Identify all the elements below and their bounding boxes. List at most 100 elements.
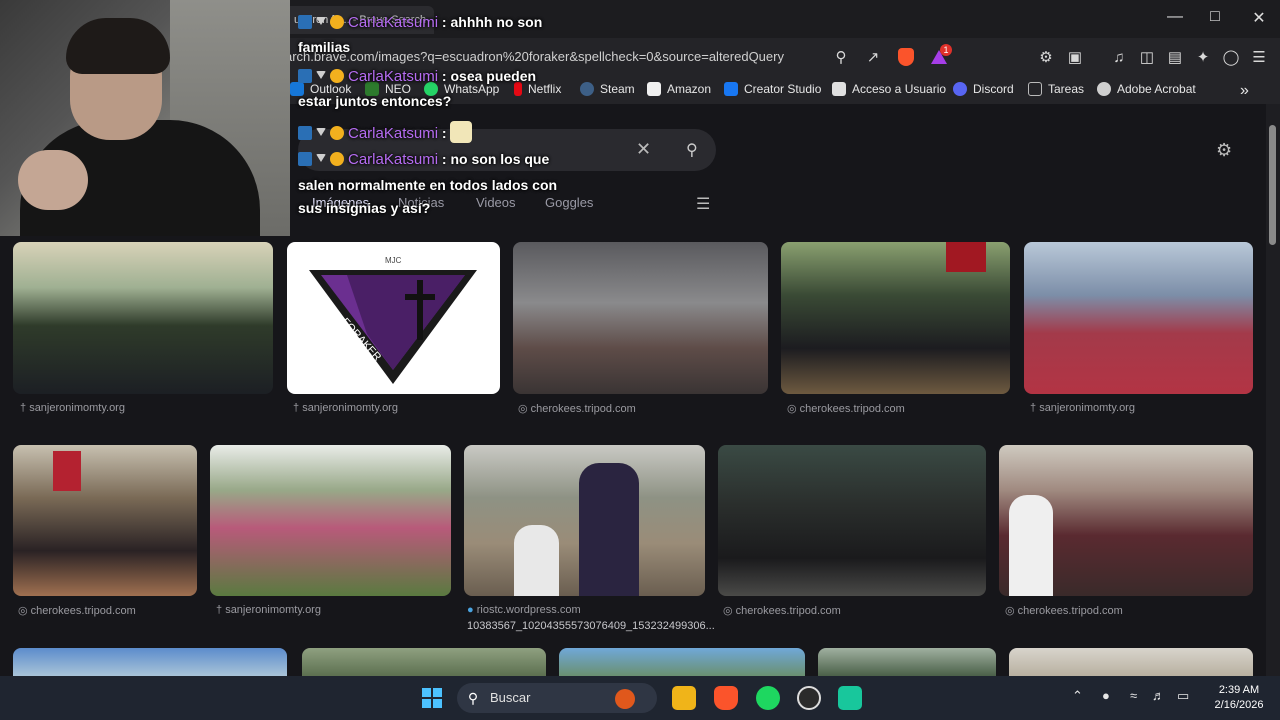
maximize-button[interactable]: □ bbox=[1200, 8, 1230, 26]
reader-mode-icon[interactable]: ▣ bbox=[1064, 46, 1086, 68]
bookmark-creator-studio[interactable]: Creator Studio bbox=[724, 82, 821, 96]
obs-icon[interactable] bbox=[797, 686, 821, 710]
settings-gear-icon[interactable]: ⚙ bbox=[1216, 140, 1232, 161]
chat-message-continued: estar juntos entonces? bbox=[298, 93, 452, 109]
spotify-icon[interactable] bbox=[756, 686, 780, 710]
image-result-2[interactable]: MJC FORAKER bbox=[287, 242, 500, 394]
image-result-4[interactable] bbox=[781, 242, 1010, 394]
battery-icon[interactable]: ▭ bbox=[1177, 688, 1189, 704]
image-result-5[interactable] bbox=[1024, 242, 1253, 394]
rewards-badge: 1 bbox=[940, 44, 952, 56]
moderator-badge-icon bbox=[298, 69, 312, 83]
image-source[interactable]: ◎ cherokees.tripod.com bbox=[723, 604, 841, 617]
bookmark-label: Adobe Acrobat bbox=[1117, 82, 1196, 96]
chevron-down-icon bbox=[316, 154, 326, 164]
chat-message-continued: familias bbox=[298, 39, 351, 55]
image-result-14[interactable] bbox=[818, 648, 996, 676]
close-window-button[interactable]: ✕ bbox=[1244, 8, 1274, 28]
steam-icon bbox=[580, 82, 594, 96]
tab-goggles[interactable]: Goggles bbox=[545, 195, 593, 210]
microphone-icon[interactable]: ● bbox=[1102, 688, 1110, 703]
sidebar-icon[interactable]: ◫ bbox=[1136, 46, 1158, 68]
person-shape bbox=[514, 525, 559, 596]
image-source[interactable]: ◎ cherokees.tripod.com bbox=[518, 402, 636, 415]
search-icon[interactable]: ⚲ bbox=[686, 140, 698, 160]
image-result-11[interactable] bbox=[13, 648, 287, 676]
clear-search-icon[interactable]: ✕ bbox=[636, 139, 651, 160]
bookmark-amazon[interactable]: Amazon bbox=[647, 82, 711, 96]
extensions-icon[interactable]: ⚙ bbox=[1035, 46, 1057, 68]
windows-start-icon[interactable] bbox=[420, 686, 444, 710]
screen: uadron fo... - Brave Search — □ ✕ arch.b… bbox=[0, 0, 1280, 720]
bookmark-tareas[interactable]: Tareas bbox=[1028, 82, 1084, 96]
moderator-badge-icon bbox=[298, 126, 312, 140]
image-result-9[interactable] bbox=[718, 445, 986, 596]
leo-ai-icon[interactable]: ✦ bbox=[1192, 46, 1214, 68]
person-shape bbox=[579, 463, 639, 596]
image-caption[interactable]: 10383567_10204355573076409_153232499306.… bbox=[467, 620, 715, 632]
image-result-10[interactable] bbox=[999, 445, 1253, 596]
bookmark-steam[interactable]: Steam bbox=[580, 82, 635, 96]
image-source[interactable]: † sanjeronimomty.org bbox=[293, 402, 398, 414]
source-label: cherokees.tripod.com bbox=[30, 605, 136, 617]
chat-message: CarlaKatsumi : osea pueden bbox=[298, 68, 536, 85]
image-source[interactable]: ◎ cherokees.tripod.com bbox=[1005, 604, 1123, 617]
wallet-icon[interactable]: ▤ bbox=[1164, 46, 1186, 68]
image-result-12[interactable] bbox=[302, 648, 546, 676]
chat-message: CarlaKatsumi : ahhhh no son bbox=[298, 14, 542, 31]
bookmarks-overflow-icon[interactable]: » bbox=[1240, 82, 1249, 100]
chat-text: osea pueden bbox=[450, 68, 537, 84]
wifi-icon[interactable]: ≈ bbox=[1130, 688, 1137, 703]
tier-badge-icon bbox=[330, 126, 344, 140]
chat-message-continued: salen normalmente en todos lados con bbox=[298, 177, 558, 193]
menu-icon[interactable]: ☰ bbox=[1248, 46, 1270, 68]
globe-icon bbox=[1097, 82, 1111, 96]
brave-shields-icon[interactable] bbox=[895, 46, 917, 68]
image-result-15[interactable] bbox=[1009, 648, 1253, 676]
acceso-icon bbox=[832, 82, 846, 96]
bookmark-discord[interactable]: Discord bbox=[953, 82, 1014, 96]
webcam-overlay bbox=[0, 0, 290, 236]
brave-rewards-icon[interactable]: 1 bbox=[928, 44, 952, 68]
person-shape bbox=[1009, 495, 1053, 596]
image-result-7[interactable] bbox=[210, 445, 451, 596]
bookmark-acceso[interactable]: Acceso a Usuario bbox=[832, 82, 946, 96]
image-source[interactable]: † sanjeronimomty.org bbox=[216, 604, 321, 616]
clock-date: 2/16/2026 bbox=[1214, 699, 1264, 711]
image-result-1[interactable] bbox=[13, 242, 273, 394]
image-source[interactable]: † sanjeronimomty.org bbox=[1030, 402, 1135, 414]
tab-videos[interactable]: Videos bbox=[476, 195, 516, 210]
chevron-down-icon bbox=[316, 71, 326, 81]
bookmark-label: Creator Studio bbox=[744, 82, 822, 96]
chat-text: no son los que bbox=[450, 151, 550, 167]
source-label: sanjeronimomty.org bbox=[225, 604, 321, 616]
volume-icon[interactable]: ♬ bbox=[1152, 688, 1165, 703]
image-result-6[interactable] bbox=[13, 445, 197, 596]
filters-icon[interactable]: ☰ bbox=[696, 194, 710, 214]
image-source[interactable]: ● riostc.wordpress.com bbox=[467, 604, 581, 616]
webcam-person-hand bbox=[18, 150, 88, 210]
taskbar-clock[interactable]: 2:39 AM 2/16/2026 bbox=[1208, 683, 1270, 713]
flag-shape bbox=[946, 242, 986, 272]
brave-browser-icon[interactable] bbox=[714, 686, 738, 710]
image-result-13[interactable] bbox=[559, 648, 805, 676]
file-explorer-icon[interactable] bbox=[672, 686, 696, 710]
share-icon[interactable]: ↗ bbox=[862, 46, 884, 68]
chat-app-icon[interactable] bbox=[838, 686, 862, 710]
image-source[interactable]: ◎ cherokees.tripod.com bbox=[18, 604, 136, 617]
image-result-3[interactable] bbox=[513, 242, 768, 394]
minimize-button[interactable]: — bbox=[1160, 8, 1190, 26]
creator-studio-icon bbox=[724, 82, 738, 96]
scrollbar-thumb[interactable] bbox=[1269, 125, 1276, 245]
media-icon[interactable]: ♫ bbox=[1108, 46, 1130, 68]
address-bar[interactable]: arch.brave.com/images?q=escuadron%20fora… bbox=[285, 49, 784, 64]
tray-overflow-icon[interactable]: ⌃ bbox=[1072, 688, 1083, 704]
chevron-down-icon bbox=[316, 128, 326, 138]
image-source[interactable]: † sanjeronimomty.org bbox=[20, 402, 125, 414]
zoom-icon[interactable]: ⚲ bbox=[830, 46, 852, 68]
image-result-8[interactable] bbox=[464, 445, 705, 596]
image-source[interactable]: ◎ cherokees.tripod.com bbox=[787, 402, 905, 415]
bookmark-adobe-acrobat[interactable]: Adobe Acrobat bbox=[1097, 82, 1196, 96]
logo-mjc-text: MJC bbox=[385, 256, 402, 265]
vpn-icon[interactable]: ◯ bbox=[1220, 46, 1242, 68]
